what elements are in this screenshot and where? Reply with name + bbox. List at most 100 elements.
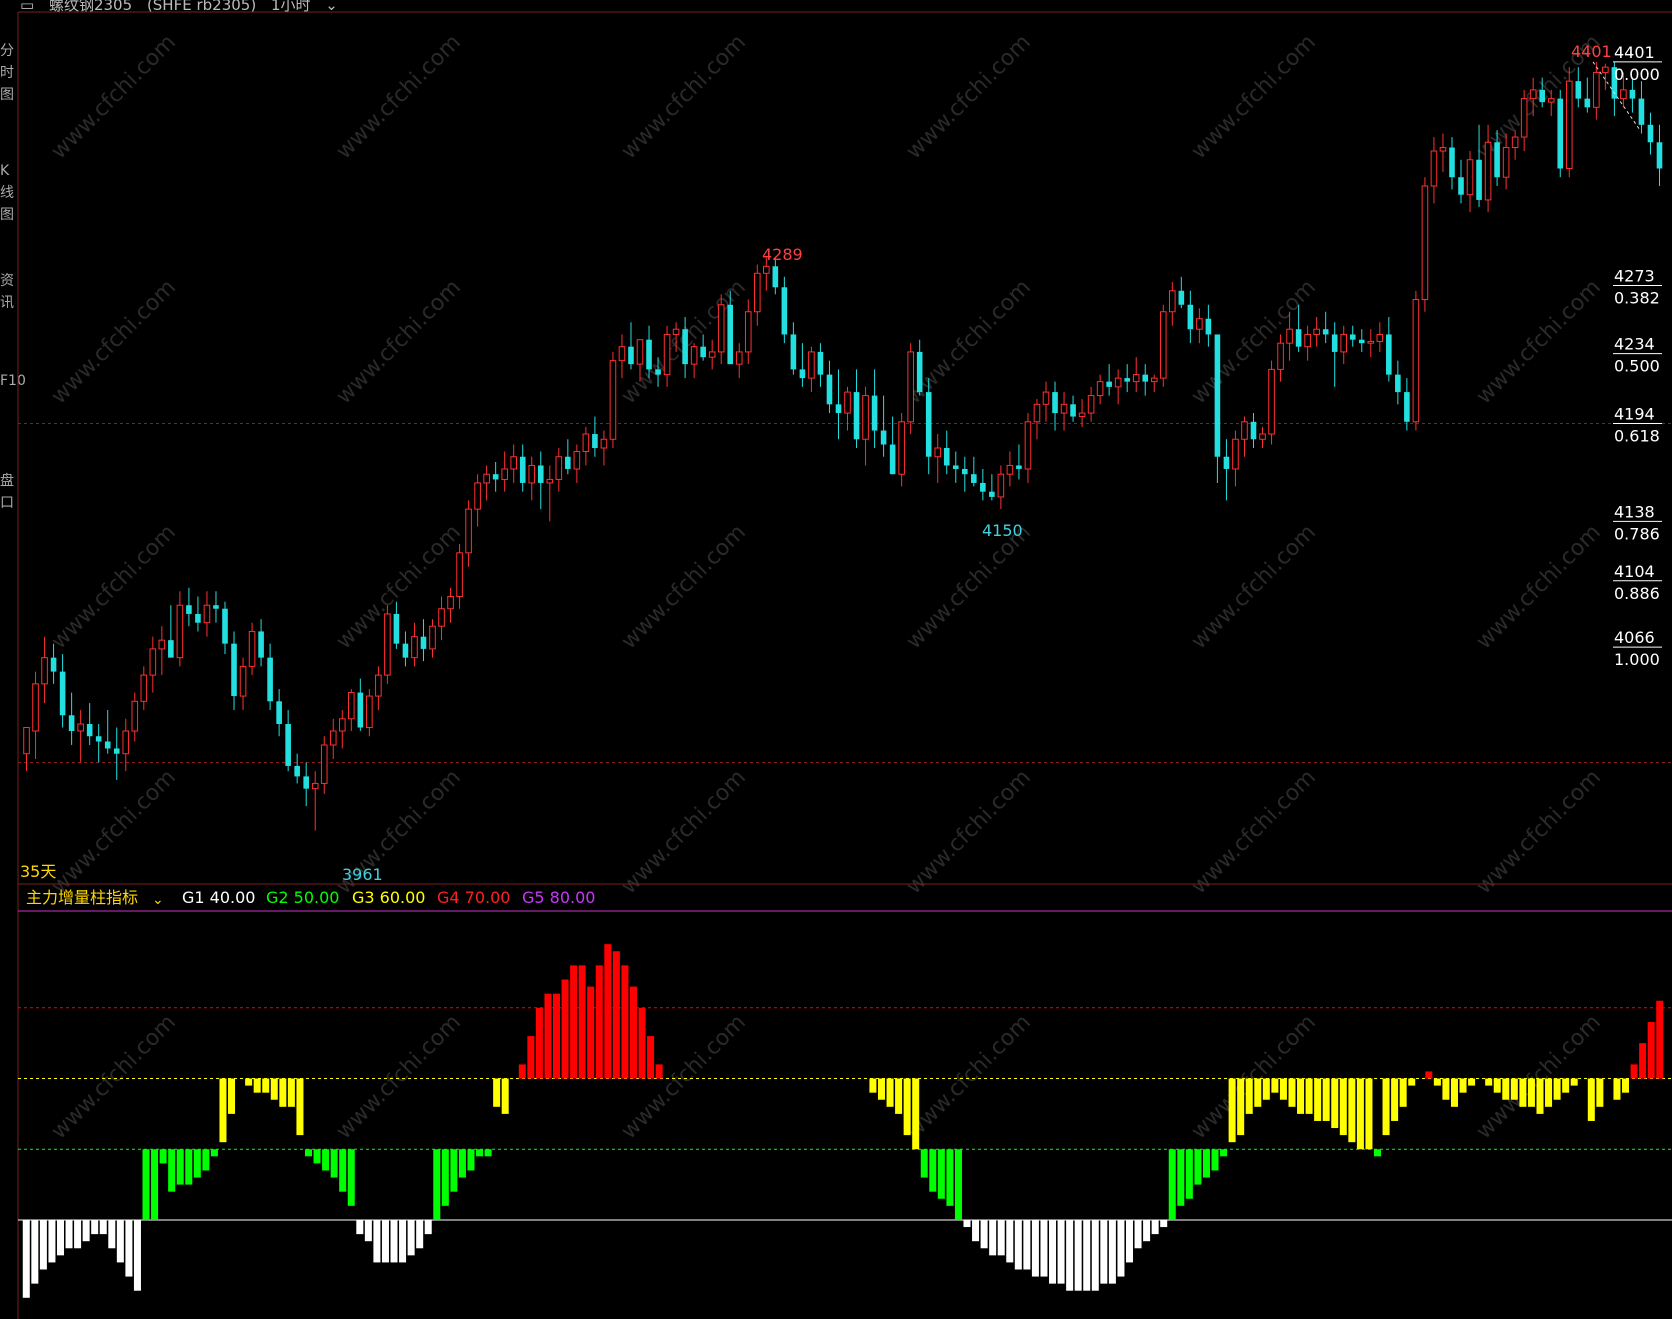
indicator-bar <box>493 1078 501 1107</box>
candle-body-down <box>1458 177 1464 195</box>
candle-body-up <box>636 339 644 365</box>
indicator-bar <box>1288 1078 1296 1107</box>
candle-body-up <box>1232 438 1239 470</box>
fib-price-label: 4234 <box>1614 335 1655 354</box>
indicator-bar <box>22 1219 30 1298</box>
indicator-bar <box>270 1078 278 1100</box>
candle-body-down <box>1295 329 1302 347</box>
candle-body-up <box>411 636 418 659</box>
candle-body-down <box>95 736 102 742</box>
indicator-bar <box>1399 1078 1407 1107</box>
candle-body-up <box>808 351 815 379</box>
candle-body-up <box>1602 66 1609 73</box>
candle-body-up <box>384 613 391 676</box>
indicator-bar <box>1057 1219 1065 1284</box>
candle-body-up <box>510 456 517 470</box>
candle-body-up <box>1439 147 1447 152</box>
indicator-bar <box>527 1036 535 1079</box>
candle-body-down <box>267 657 273 702</box>
candle-body-up <box>1620 89 1627 100</box>
indicator-bar <box>1245 1078 1253 1114</box>
candle-body-down <box>393 613 400 644</box>
indicator-bar <box>322 1149 330 1171</box>
candle-body-up <box>1114 377 1122 388</box>
indicator-bar <box>1083 1219 1091 1291</box>
indicator-bar <box>1031 1219 1039 1277</box>
days-label: 35天 <box>20 862 56 881</box>
indicator-bar <box>963 1219 971 1228</box>
indicator-bar <box>604 944 612 1079</box>
candle-body-up <box>1159 311 1167 379</box>
indicator-name[interactable]: 主力增量柱指标 <box>26 888 138 907</box>
candle-body-down <box>222 608 228 644</box>
candle-body-down <box>68 715 75 732</box>
indicator-bar <box>168 1149 176 1192</box>
candle-body-up <box>1421 185 1429 301</box>
g4-label: G4 70.00 <box>437 888 510 907</box>
candle-body-up <box>582 433 590 452</box>
low-label: 3961 <box>342 865 383 884</box>
indicator-bar <box>56 1219 64 1256</box>
indicator-bar <box>1314 1078 1322 1121</box>
indicator-bar <box>1151 1219 1159 1235</box>
indicator-bar <box>1305 1078 1313 1114</box>
indicator-bar <box>381 1219 389 1263</box>
candle-body-down <box>258 631 264 658</box>
indicator-bar <box>91 1219 99 1235</box>
watermark-text: www.cfchi.com <box>47 1010 181 1144</box>
candle-body-down <box>1575 81 1582 99</box>
candle-body-up <box>997 473 1005 498</box>
indicator-bar <box>1297 1078 1305 1114</box>
indicator-bar <box>356 1219 364 1235</box>
high-label: 4401 <box>1571 42 1612 61</box>
candle-body-up <box>1241 421 1248 440</box>
indicator-bar <box>399 1219 407 1263</box>
indicator-bar <box>116 1219 124 1263</box>
indicator-bar <box>1570 1078 1578 1086</box>
indicator-level-lines <box>18 1007 1672 1221</box>
indicator-bar <box>467 1149 475 1171</box>
indicator-bar <box>1117 1219 1125 1277</box>
fib-price-label: 4138 <box>1614 502 1655 521</box>
indicator-bar <box>647 1036 655 1079</box>
watermark-text: www.cfchi.com <box>617 765 751 899</box>
indicator-bar <box>1237 1078 1245 1136</box>
candle-body-down <box>303 776 309 789</box>
candle-body-down <box>1070 404 1076 417</box>
watermark-text: www.cfchi.com <box>902 1010 1036 1144</box>
candle-body-up <box>763 265 770 274</box>
watermark-layer: www.cfchi.com www.cfchi.com www.cfchi.com w… <box>47 30 1606 1144</box>
indicator-bar <box>1622 1078 1630 1093</box>
fib-price-label: 4401 <box>1614 43 1655 62</box>
candle-body-down <box>537 465 544 483</box>
indicator-bar <box>997 1219 1005 1256</box>
indicator-bar <box>433 1149 441 1220</box>
candle-body-down <box>50 657 57 672</box>
kline-chart[interactable]: www.cfchi.com www.cfchi.com www.cfchi.com w… <box>0 0 1672 1319</box>
indicator-bar <box>458 1149 466 1178</box>
indicator-bar <box>108 1219 116 1249</box>
indicator-bar <box>1134 1219 1142 1249</box>
indicator-bar <box>1356 1078 1364 1150</box>
candle-body-up <box>663 333 671 376</box>
indicator-bar <box>176 1149 184 1185</box>
indicator-chevron-icon[interactable]: ⌄ <box>152 892 164 908</box>
indicator-bar <box>1391 1078 1399 1121</box>
candle-body-down <box>1124 378 1130 382</box>
indicator-bar <box>1596 1078 1604 1107</box>
indicator-bar <box>552 993 561 1079</box>
candle-body-up <box>338 718 346 732</box>
candle-body-up <box>1268 368 1275 435</box>
candle-body-down <box>989 491 995 497</box>
candle-body-down <box>781 287 788 335</box>
candle-series <box>23 61 1663 831</box>
fib-price-label: 4066 <box>1614 628 1655 647</box>
indicator-bar <box>1639 1043 1647 1079</box>
candle-body-up <box>1547 98 1555 103</box>
indicator-bar <box>1502 1078 1510 1100</box>
candle-body-up <box>1277 342 1284 370</box>
indicator-bars <box>22 944 1664 1298</box>
candle-body-up <box>149 648 157 676</box>
indicator-bar <box>1425 1071 1433 1079</box>
candle-body-down <box>1404 392 1410 422</box>
